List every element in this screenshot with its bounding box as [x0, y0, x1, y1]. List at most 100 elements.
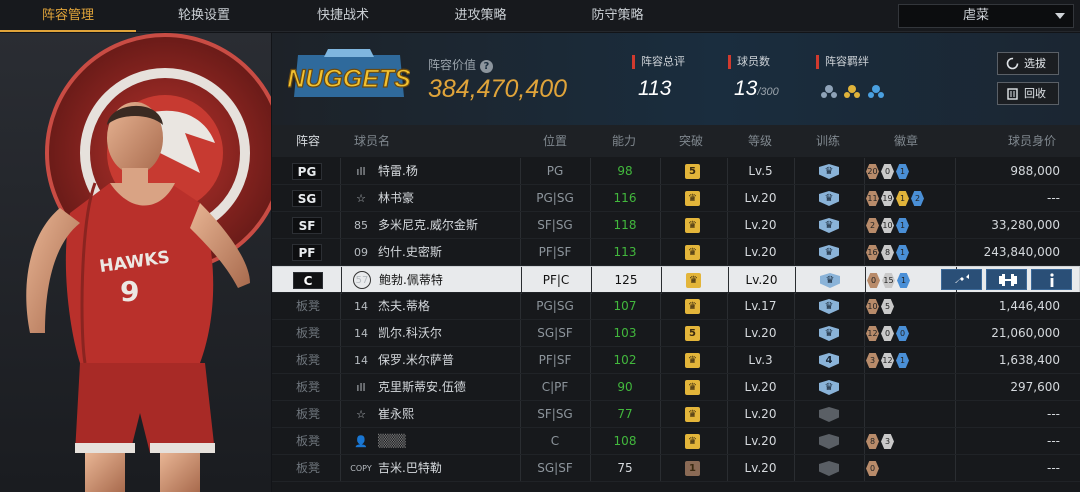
badge-hex[interactable]: 3: [866, 353, 879, 368]
table-row[interactable]: SG ☆ 林书豪 PG|SG 116 ♛ Lv.20 ♛ 11 19 1 2 ---: [272, 185, 1080, 212]
player-ability: 108: [613, 434, 637, 448]
crown-icon: ♛: [685, 245, 700, 260]
col-value[interactable]: 球员身价: [1008, 125, 1056, 157]
col-name[interactable]: 球员名: [354, 125, 390, 157]
player-name[interactable]: 崔永熙: [378, 401, 414, 428]
jersey-number: ıll: [356, 381, 366, 394]
badge-hex[interactable]: 12: [881, 353, 894, 368]
col-ability[interactable]: 能力: [612, 125, 636, 157]
column-divider: [660, 374, 661, 401]
player-name[interactable]: 特雷.杨: [378, 158, 418, 185]
train-button[interactable]: [986, 269, 1027, 290]
tab-lineup[interactable]: 阵容管理: [0, 0, 136, 32]
badge-hex[interactable]: 1: [896, 164, 909, 179]
badge-hex[interactable]: 19: [881, 191, 894, 206]
player-name[interactable]: 鲍勃.佩蒂特: [379, 267, 443, 294]
bond-icon: [868, 85, 884, 98]
recycle-button[interactable]: 回收: [997, 82, 1059, 105]
table-row[interactable]: 板凳 ☆ 崔永熙 SF|SG 77 ♛ Lv.20 ---: [272, 401, 1080, 428]
badge-hex[interactable]: 1: [896, 353, 909, 368]
select-button[interactable]: 选拔: [997, 52, 1059, 75]
table-row[interactable]: C 57 鲍勃.佩蒂特 PF|C 125 ♛ Lv.20 ♛ 0 15 1: [272, 266, 1080, 294]
badge-hex[interactable]: 2: [866, 218, 879, 233]
table-row[interactable]: PF 09 约什.史密斯 PF|SF 113 ♛ Lv.20 ♛ 16 8 1 243,840,000: [272, 239, 1080, 266]
col-badges[interactable]: 徽章: [894, 125, 918, 157]
player-value: 988,000: [1010, 164, 1060, 178]
difficulty-dropdown[interactable]: 虐菜: [898, 4, 1074, 28]
player-name[interactable]: 凯尔.科沃尔: [378, 320, 442, 347]
bond-icons[interactable]: [820, 81, 890, 107]
badge-hex[interactable]: 15: [882, 273, 895, 288]
player-name[interactable]: 林书豪: [378, 185, 414, 212]
table-row[interactable]: SF 85 多米尼克.威尔金斯 SF|SG 118 ♛ Lv.20 ♛ 2 10 1 33,280,0…: [272, 212, 1080, 239]
tab-rotation[interactable]: 轮换设置: [136, 0, 272, 32]
player-name[interactable]: 多米尼克.威尔金斯: [378, 212, 478, 239]
info-button[interactable]: [1031, 269, 1072, 290]
tab-quick-tactics[interactable]: 快捷战术: [274, 0, 412, 32]
badge-hex[interactable]: 16: [866, 245, 879, 260]
player-ability: 75: [617, 461, 633, 475]
table-row[interactable]: 板凳 14 杰夫.蒂格 PG|SG 107 ♛ Lv.17 ♛ 10 5 1,446,400: [272, 293, 1080, 320]
badge-hex[interactable]: 0: [866, 461, 879, 476]
column-divider: [794, 239, 795, 266]
table-row[interactable]: 板凳 14 凯尔.科沃尔 SG|SF 103 5 Lv.20 ♛ 12 0 0 21,060,000: [272, 320, 1080, 347]
value-label: 阵容价值: [428, 58, 477, 72]
lineup-value: 384,470,400: [428, 75, 568, 103]
badge-hex[interactable]: 10: [866, 299, 879, 314]
lineup-slot: PF: [292, 244, 322, 261]
table-row[interactable]: 板凳 ıll 克里斯蒂安.伍德 C|PF 90 ♛ Lv.20 ♛ 297,600: [272, 374, 1080, 401]
column-divider: [864, 185, 865, 212]
badge-hex[interactable]: 5: [881, 299, 894, 314]
badge-hex[interactable]: 12: [866, 326, 879, 341]
badge-hex[interactable]: 0: [896, 326, 909, 341]
crown-icon: ♛: [686, 273, 701, 288]
column-divider: [864, 239, 865, 266]
table-row[interactable]: 板凳 COPY 吉米.巴特勒 SG|SF 75 1 Lv.20 0 ---: [272, 455, 1080, 482]
player-name[interactable]: 保罗.米尔萨普: [378, 347, 454, 374]
crown-icon: ♛: [685, 299, 700, 314]
badge-hex[interactable]: 0: [881, 164, 894, 179]
training-crown-icon: ♛: [819, 164, 839, 179]
tab-defense[interactable]: 防守策略: [549, 0, 686, 32]
col-training[interactable]: 训练: [816, 125, 840, 157]
badge-hex[interactable]: 1: [897, 273, 910, 288]
col-break[interactable]: 突破: [679, 125, 703, 157]
player-position: PG|SG: [536, 299, 574, 313]
badge-hex[interactable]: 10: [881, 218, 894, 233]
badge-hex[interactable]: 8: [866, 434, 879, 449]
col-lineup[interactable]: 阵容: [296, 125, 320, 157]
column-divider: [955, 401, 956, 428]
badge-hex[interactable]: 1: [896, 245, 909, 260]
help-icon[interactable]: ?: [479, 60, 493, 73]
player-name[interactable]: ▒▒▒: [378, 428, 406, 455]
badge-hex[interactable]: 3: [881, 434, 894, 449]
table-row[interactable]: 板凳 👤 ▒▒▒ C 108 ♛ Lv.20 8 3 ---: [272, 428, 1080, 455]
player-name[interactable]: 杰夫.蒂格: [378, 293, 430, 320]
badge-hex[interactable]: 11: [866, 191, 879, 206]
column-divider: [660, 320, 661, 347]
player-position: PG|SG: [536, 191, 574, 205]
player-position: C|PF: [541, 380, 569, 394]
col-position[interactable]: 位置: [543, 125, 567, 157]
badge-hex[interactable]: 0: [881, 326, 894, 341]
table-row[interactable]: PG ıll 特雷.杨 PG 98 5 Lv.5 ♛ 20 0 1 988,000: [272, 158, 1080, 185]
badge-hex[interactable]: 1: [896, 191, 909, 206]
badge-hex[interactable]: 20: [866, 164, 879, 179]
table-row[interactable]: 板凳 14 保罗.米尔萨普 PF|SF 102 ♛ Lv.3 4 3 12 1 1,638,400: [272, 347, 1080, 374]
tab-offense[interactable]: 进攻策略: [412, 0, 549, 32]
training-crown-icon: ♛: [819, 218, 839, 233]
training-crown-icon: ♛: [819, 191, 839, 206]
column-divider: [340, 401, 341, 428]
player-level: Lv.20: [744, 245, 777, 259]
badge-hex[interactable]: 8: [881, 245, 894, 260]
player-name[interactable]: 克里斯蒂安.伍德: [378, 374, 466, 401]
column-divider: [340, 185, 341, 212]
badge-hex[interactable]: 2: [911, 191, 924, 206]
player-name[interactable]: 吉米.巴特勒: [378, 455, 442, 482]
badge-hex[interactable]: 0: [867, 273, 880, 288]
player-name[interactable]: 约什.史密斯: [378, 239, 442, 266]
badge-hex[interactable]: 1: [896, 218, 909, 233]
col-level[interactable]: 等级: [748, 125, 772, 157]
break-level-badge: 5: [685, 326, 700, 341]
swap-button[interactable]: [941, 269, 982, 290]
